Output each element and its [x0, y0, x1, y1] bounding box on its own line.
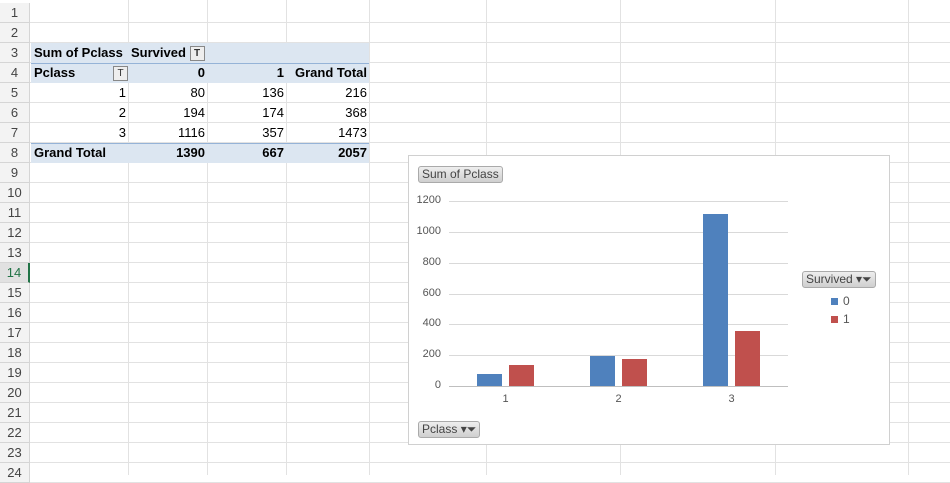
gridline: [449, 231, 788, 233]
pivot-cell[interactable]: 136: [207, 83, 284, 103]
y-tick-label: 800: [422, 255, 441, 268]
row-gridline: [30, 462, 950, 463]
pivot-cell[interactable]: 368: [286, 103, 367, 123]
row-header[interactable]: 23: [0, 443, 30, 463]
bar-0-2[interactable]: [589, 356, 615, 386]
bar-1-2[interactable]: [621, 359, 647, 386]
col-header: 0: [197, 65, 205, 80]
y-tick-label: 400: [422, 317, 441, 330]
column-gridline: [908, 0, 909, 475]
pivot-cell[interactable]: 216: [286, 83, 367, 103]
grand-total-cell: 1390: [176, 145, 205, 160]
bar-1-3[interactable]: [734, 330, 760, 386]
y-tick-label: 1000: [416, 224, 441, 237]
pivot-cell[interactable]: 1473: [286, 123, 367, 143]
grand-total-cell: 667: [262, 145, 284, 160]
y-tick-label: 1200: [416, 194, 441, 206]
pivot-cell[interactable]: 194: [128, 103, 205, 123]
row-header[interactable]: 3: [0, 43, 30, 63]
gridline: [449, 386, 788, 387]
x-tick-label: 1: [502, 393, 509, 405]
gridline: [449, 201, 788, 202]
row-header[interactable]: 4: [0, 63, 30, 83]
bar-1-1[interactable]: [508, 365, 534, 386]
filter-funnel-icon[interactable]: ▾⏷: [461, 422, 477, 436]
column-gridline: [369, 0, 370, 475]
grand-total-cell: 2057: [338, 145, 367, 160]
pivot-cell[interactable]: 1116: [128, 123, 205, 143]
row-header[interactable]: 10: [0, 183, 30, 203]
x-tick-label: 2: [615, 393, 622, 405]
filter-icon[interactable]: T: [189, 46, 205, 62]
pivot-cell[interactable]: 174: [207, 103, 284, 123]
x-tick-label: 3: [728, 393, 735, 405]
row-header[interactable]: 2: [0, 23, 30, 43]
row-header[interactable]: 12: [0, 223, 30, 243]
grand-total-label: Grand Total: [34, 145, 106, 160]
col-header: Grand Total: [295, 65, 367, 80]
row-header[interactable]: 15: [0, 283, 30, 303]
pivot-column-field[interactable]: Survived T: [131, 43, 205, 63]
bar-0-1[interactable]: [476, 373, 502, 386]
pivot-cell[interactable]: 357: [207, 123, 284, 143]
row-header[interactable]: 17: [0, 323, 30, 343]
row-header[interactable]: 24: [0, 463, 30, 483]
value-field-button[interactable]: Sum of Pclass: [418, 166, 503, 183]
legend-swatch: [831, 298, 838, 305]
legend-item: 1: [831, 312, 850, 326]
pivot-cell[interactable]: 2: [30, 103, 126, 123]
row-header[interactable]: 6: [0, 103, 30, 123]
pivot-chart[interactable]: Sum of Pclass 0 200 400 600 800 1000 1200 1 2 3 S…: [408, 155, 890, 445]
gridline: [449, 262, 788, 264]
pivot-cell[interactable]: 1: [30, 83, 126, 103]
row-header[interactable]: 8: [0, 143, 30, 163]
filter-funnel-icon[interactable]: ▾⏷: [856, 272, 872, 286]
pivot-data-field: Sum of Pclass: [34, 45, 123, 60]
row-header[interactable]: 13: [0, 243, 30, 263]
row-header[interactable]: 21: [0, 403, 30, 423]
row-header[interactable]: 18: [0, 343, 30, 363]
col-header: 1: [276, 65, 284, 80]
pivot-cell[interactable]: 3: [30, 123, 126, 143]
row-header[interactable]: 22: [0, 423, 30, 443]
gridline: [449, 324, 788, 326]
row-header[interactable]: 19: [0, 363, 30, 383]
row-header[interactable]: 9: [0, 163, 30, 183]
row-header[interactable]: 7: [0, 123, 30, 143]
row-header[interactable]: 11: [0, 203, 30, 223]
pivot-row-field: Pclass: [34, 65, 76, 80]
y-tick-label: 200: [422, 348, 441, 361]
legend-swatch: [831, 316, 838, 323]
gridline: [449, 293, 788, 295]
y-tick-label: 600: [422, 286, 441, 299]
row-gridline: [30, 22, 950, 23]
y-tick-label: 0: [434, 379, 441, 391]
axis-field-button[interactable]: Pclass ▾⏷: [418, 421, 481, 438]
row-filter-icon[interactable]: T: [113, 66, 128, 81]
legend-item: 0: [831, 294, 850, 308]
legend-field-button[interactable]: Survived ▾⏷: [802, 271, 876, 288]
row-header[interactable]: 1: [0, 3, 30, 23]
row-header[interactable]: 5: [0, 83, 30, 103]
bar-0-3[interactable]: [702, 213, 728, 386]
row-header[interactable]: 20: [0, 383, 30, 403]
pivot-cell[interactable]: 80: [128, 83, 205, 103]
row-header[interactable]: 16: [0, 303, 30, 323]
row-header[interactable]: 14: [0, 263, 30, 283]
